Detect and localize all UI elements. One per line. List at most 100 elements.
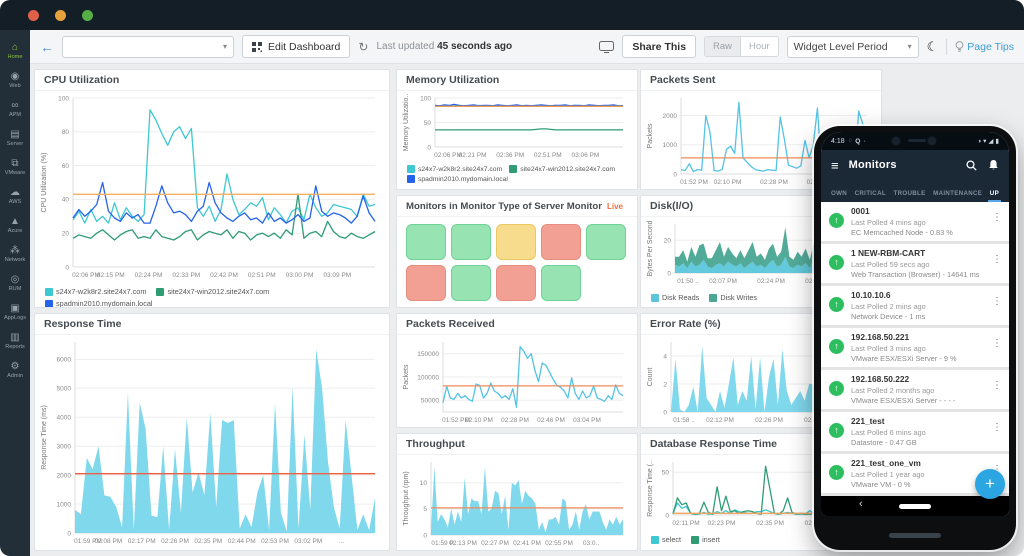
- status-up-icon: ↑: [829, 213, 844, 228]
- sidebar-item-reports[interactable]: ▥ Reports: [0, 328, 30, 355]
- sidebar-item-aws[interactable]: ☁ AWS: [0, 183, 30, 210]
- raw-toggle[interactable]: Raw: [705, 37, 741, 56]
- monitor-cell-up[interactable]: [586, 224, 626, 260]
- sidebar-item-rum[interactable]: ◎ RUM: [0, 270, 30, 297]
- sidebar-item-admin[interactable]: ⚙ Admin: [0, 357, 30, 384]
- web-icon: ◉: [11, 71, 20, 82]
- kebab-menu-icon[interactable]: ⋮: [992, 422, 1002, 433]
- status-up-icon: ↑: [829, 465, 844, 480]
- refresh-icon[interactable]: ↻: [358, 40, 368, 54]
- monitor-cell-critical[interactable]: [406, 265, 446, 301]
- svg-text:01:58 ..: 01:58 ..: [673, 417, 695, 424]
- phone-tab-critical[interactable]: CRITICAL: [853, 190, 888, 202]
- svg-text:02:42 PM: 02:42 PM: [210, 272, 238, 279]
- sidebar-item-home[interactable]: ⌂ Home: [0, 38, 30, 65]
- edit-dashboard-button[interactable]: Edit Dashboard: [242, 35, 350, 58]
- legend-item: site24x7-win2012.site24x7.com: [509, 165, 615, 173]
- sidebar-item-vmware[interactable]: ⧉ VMware: [0, 154, 30, 181]
- widget-level-period-select[interactable]: Widget Level Period ▾: [787, 36, 919, 58]
- legend-item: Disk Reads: [651, 293, 699, 302]
- kebab-menu-icon[interactable]: ⋮: [992, 254, 1002, 265]
- phone-app-title: Monitors: [849, 159, 897, 171]
- network-icon: ⁂: [10, 245, 20, 256]
- sidebar-item-label: Server: [7, 141, 23, 147]
- monitor-cell-trouble[interactable]: [496, 224, 536, 260]
- status-up-icon: ↑: [829, 381, 844, 396]
- window-close-button[interactable]: [28, 10, 39, 21]
- present-screen-icon[interactable]: [599, 41, 614, 53]
- dark-mode-moon-icon[interactable]: ☾: [927, 39, 939, 55]
- sidebar-item-label: Admin: [7, 373, 23, 379]
- monitor-cell-critical[interactable]: [496, 265, 536, 301]
- monitor-cell-up[interactable]: [451, 265, 491, 301]
- legend-item: s24x7-w2k8r2.site24x7.com: [45, 287, 146, 296]
- svg-text:02:46 PM: 02:46 PM: [537, 417, 565, 424]
- monitor-list-item[interactable]: ↑ 221_test Last Polled 6 mins ago Datast…: [821, 412, 1009, 451]
- card-response-time: Response Time 0100020003000400050006000R…: [34, 313, 390, 551]
- monitor-name: 221_test_one_vm: [851, 458, 1001, 468]
- svg-text:02:24 PM: 02:24 PM: [135, 272, 163, 279]
- kebab-menu-icon[interactable]: ⋮: [992, 380, 1002, 391]
- nav-home-pill[interactable]: [899, 504, 931, 509]
- svg-text:20: 20: [62, 231, 70, 238]
- raw-hour-toggle: Raw Hour: [704, 36, 779, 57]
- svg-text:02:35 PM: 02:35 PM: [756, 520, 784, 527]
- phone-tab-trouble[interactable]: TROUBLE: [892, 190, 928, 202]
- monitor-cell-critical[interactable]: [541, 224, 581, 260]
- svg-text:5000: 5000: [57, 386, 72, 393]
- kebab-menu-icon[interactable]: ⋮: [992, 296, 1002, 307]
- monitor-list-item[interactable]: ↑ 1 NEW-RBM-CART Last Polled 59 secs ago…: [821, 244, 1009, 283]
- sidebar-item-apm[interactable]: ∞ APM: [0, 96, 30, 123]
- monitor-cell-up[interactable]: [406, 224, 446, 260]
- hamburger-menu-icon[interactable]: ≡: [831, 158, 839, 173]
- phone-tab-up[interactable]: UP: [988, 190, 1001, 202]
- sidebar-item-web[interactable]: ◉ Web: [0, 67, 30, 94]
- window-minimize-button[interactable]: [55, 10, 66, 21]
- sidebar-item-azure[interactable]: ▲ Azure: [0, 212, 30, 239]
- divider: [946, 39, 947, 55]
- kebab-menu-icon[interactable]: ⋮: [992, 212, 1002, 223]
- phone-tab-maintenance[interactable]: MAINTENANCE: [931, 190, 984, 202]
- back-arrow-icon[interactable]: ←: [40, 39, 54, 55]
- page-tips-link[interactable]: Page Tips: [955, 41, 1014, 53]
- monitor-cell-up[interactable]: [541, 265, 581, 301]
- share-this-button[interactable]: Share This: [622, 35, 696, 58]
- monitor-list-item[interactable]: ↑ 192.168.50.221 Last Polled 3 mins ago …: [821, 328, 1009, 367]
- bell-icon[interactable]: [988, 159, 999, 171]
- sidebar-item-applogs[interactable]: ▣ AppLogs: [0, 299, 30, 326]
- nav-back-icon[interactable]: ‹: [859, 498, 863, 510]
- search-icon[interactable]: [966, 160, 977, 171]
- svg-text:02:26 PM: 02:26 PM: [755, 417, 783, 424]
- monitor-list-item[interactable]: ↑ 192.168.50.222 Last Polled 2 months ag…: [821, 370, 1009, 409]
- svg-text:02:27 PM: 02:27 PM: [481, 540, 509, 547]
- monitor-list-item[interactable]: ↑ 10.10.10.6 Last Polled 2 mins ago Netw…: [821, 286, 1009, 325]
- svg-text:10: 10: [420, 480, 428, 487]
- rum-icon: ◎: [11, 274, 20, 285]
- monitor-cell-up[interactable]: [451, 224, 491, 260]
- legend-swatch: [407, 165, 415, 173]
- svg-text:150000: 150000: [417, 351, 439, 358]
- svg-text:Memory Utilizatio..: Memory Utilizatio..: [403, 94, 410, 152]
- sidebar-item-label: Network: [5, 257, 26, 263]
- svg-text:02:51 PM: 02:51 PM: [248, 272, 276, 279]
- cpu-utilization-chart: 020406080100CPU Utilization (%)02:06 PM0…: [39, 92, 385, 285]
- svg-text:02:28 PM: 02:28 PM: [760, 179, 788, 186]
- hour-toggle[interactable]: Hour: [741, 37, 778, 56]
- svg-text:02:15 PM: 02:15 PM: [97, 272, 125, 279]
- monitor-last-polled: Last Polled 3 mins ago: [851, 344, 1001, 353]
- svg-text:02:33 PM: 02:33 PM: [172, 272, 200, 279]
- add-monitor-fab[interactable]: +: [975, 469, 1005, 499]
- monitor-last-polled: Last Polled 4 mins ago: [851, 218, 1001, 227]
- monitor-list-item[interactable]: ↑ 0001 Last Polled 4 mins ago EC Memcach…: [821, 202, 1009, 241]
- window-zoom-button[interactable]: [82, 10, 93, 21]
- phone-tab-own[interactable]: OWN: [829, 190, 849, 202]
- svg-text:...: ...: [339, 538, 345, 545]
- kebab-menu-icon[interactable]: ⋮: [992, 338, 1002, 349]
- sidebar-item-server[interactable]: ▤ Server: [0, 125, 30, 152]
- dashboard-select[interactable]: ▾: [62, 36, 234, 58]
- svg-text:0: 0: [65, 264, 69, 271]
- sidebar-item-network[interactable]: ⁂ Network: [0, 241, 30, 268]
- sidebar-item-label: Azure: [8, 228, 23, 234]
- svg-text:50: 50: [662, 470, 670, 477]
- cpu-legend: s24x7-w2k8r2.site24x7.com site24x7-win20…: [35, 285, 389, 308]
